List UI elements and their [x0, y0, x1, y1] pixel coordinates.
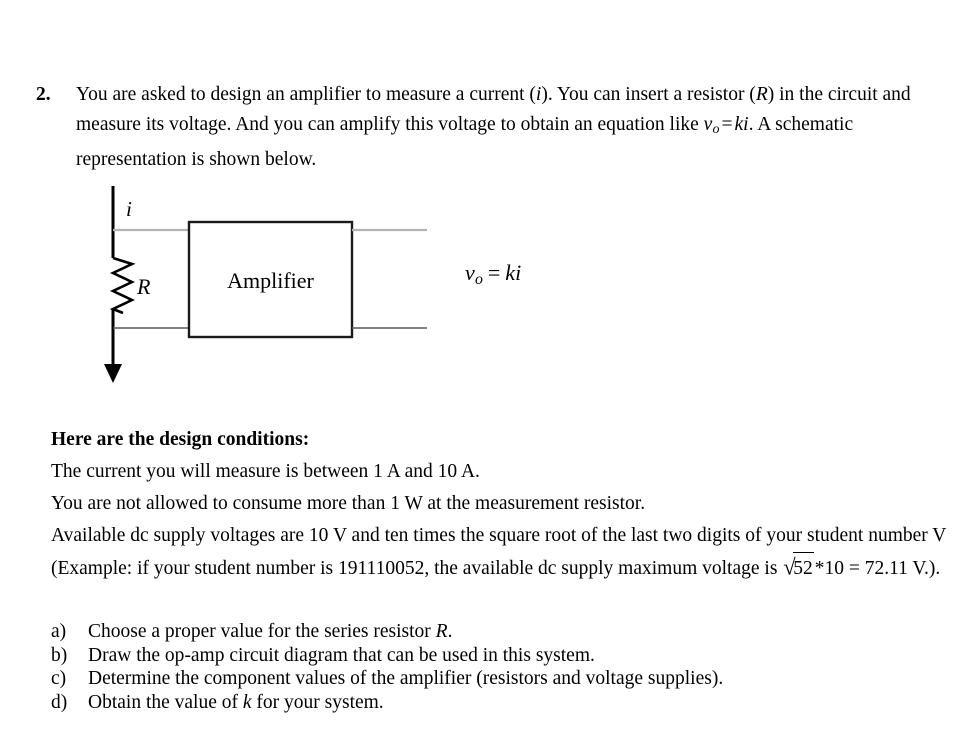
subq-c-before: Determine the component values of the am…	[88, 668, 724, 689]
question-text-part1: You are asked to design an amplifier to …	[76, 84, 536, 105]
current-direction-arrowhead	[104, 364, 122, 383]
question-number: 2.	[36, 84, 51, 105]
output-eq-v-subscript: o	[474, 271, 483, 289]
subquestion-marker-b: b)	[51, 644, 68, 666]
subq-a-after: .	[447, 621, 453, 642]
list-item: d) Obtain the value of k for your system…	[51, 691, 951, 715]
subquestion-text-c: Determine the component values of the am…	[88, 667, 951, 691]
resistor-label-R: R	[136, 274, 151, 299]
question-2-block: 2. You are asked to design an amplifier …	[36, 80, 948, 174]
subquestion-marker-c: c)	[51, 668, 67, 689]
symbol-resistor-R: R	[755, 84, 768, 105]
subq-b-before: Draw the op-amp circuit diagram that can…	[88, 644, 595, 666]
subq-d-before: Obtain the value of	[88, 691, 243, 713]
amplifier-box-label: Amplifier	[227, 268, 314, 293]
condition-line-3-after: *10 = 72.11 V.).	[814, 558, 941, 579]
list-item: b) Draw the op-amp circuit diagram that …	[51, 644, 951, 668]
subquestion-text-a: Choose a proper value for the series res…	[88, 620, 951, 644]
eq-v: v	[703, 113, 713, 135]
subq-d-symbol: k	[242, 691, 252, 713]
output-eq-equals: =	[487, 260, 501, 285]
document-page: 2. You are asked to design an amplifier …	[0, 0, 979, 746]
list-item: c) Determine the component values of the…	[51, 667, 951, 691]
condition-line-2: You are not allowed to consume more than…	[51, 493, 646, 514]
question-paragraph: You are asked to design an amplifier to …	[76, 80, 948, 174]
eq-equals: =	[721, 113, 733, 135]
output-eq-k: k	[505, 260, 516, 285]
condition-line-1: The current you will measure is between …	[51, 461, 480, 482]
subquestions-list: a) Choose a proper value for the series …	[51, 620, 951, 714]
question-text-part2: ). You can insert a resistor (	[541, 84, 756, 105]
output-eq-v: v	[465, 260, 475, 285]
conditions-heading: Here are the design conditions:	[51, 429, 310, 450]
output-eq-i: i	[515, 260, 522, 285]
subq-a-symbol: R	[435, 621, 448, 642]
eq-v-subscript: o	[712, 121, 720, 138]
design-conditions-section: Here are the design conditions: The curr…	[51, 424, 951, 585]
subquestion-marker-a: a)	[51, 621, 67, 642]
circuit-schematic-svg: Amplifier i R	[104, 186, 427, 383]
condition-line-3: Available dc supply voltages are 10 V an…	[51, 520, 951, 585]
output-equation-vo-ki: vo = ki	[465, 260, 521, 289]
inline-equation-vo-ki: vo = ki	[703, 113, 749, 138]
subq-a-before: Choose a proper value for the series res…	[88, 621, 436, 642]
subquestion-marker-d: d)	[51, 691, 68, 713]
subquestion-text-b: Draw the op-amp circuit diagram that can…	[88, 644, 951, 668]
resistor-zigzag	[109, 256, 136, 315]
current-label-i: i	[126, 197, 132, 221]
circuit-diagram: Amplifier i R vo = ki	[90, 178, 610, 393]
square-root-expression: √52	[782, 551, 814, 585]
subquestion-text-d: Obtain the value of k for your system.	[88, 691, 951, 715]
subq-d-after: for your system.	[251, 691, 384, 713]
eq-k: k	[734, 113, 744, 135]
list-item: a) Choose a proper value for the series …	[51, 620, 951, 644]
radicand-value: 52	[793, 551, 814, 585]
